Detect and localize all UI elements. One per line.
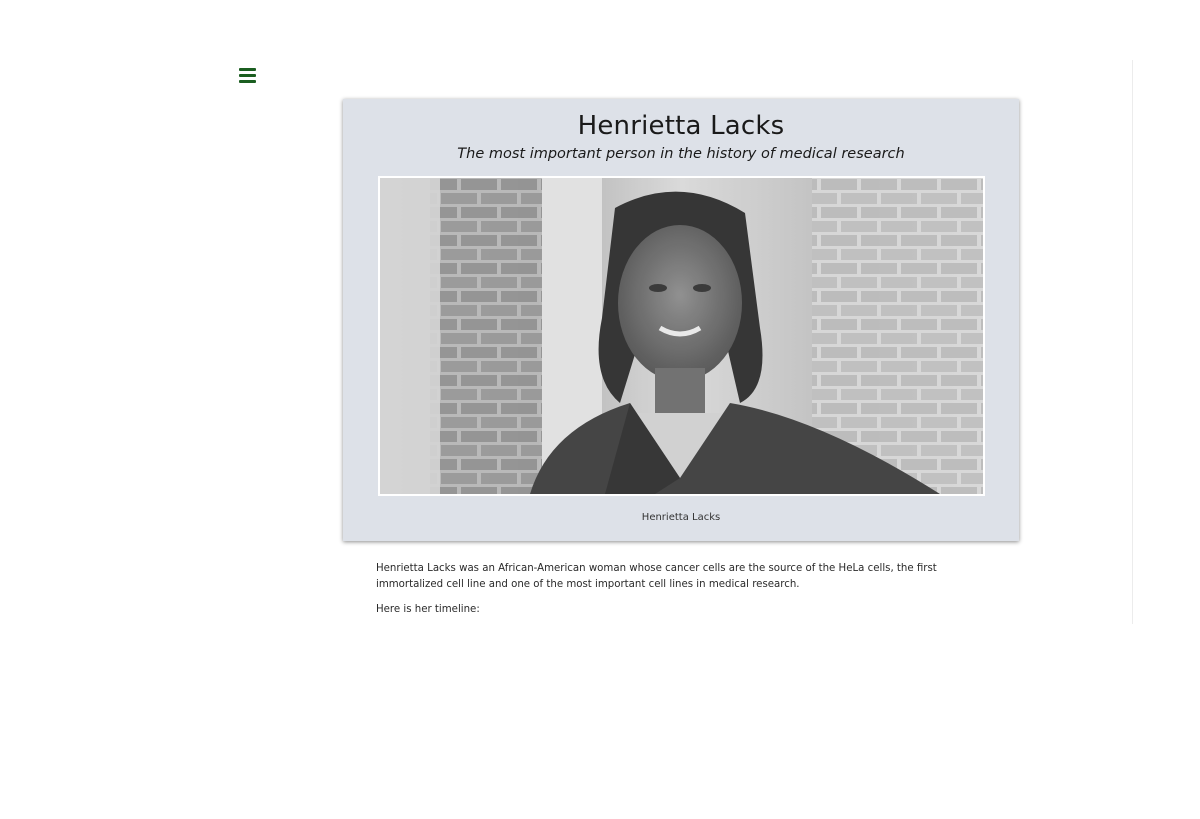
hero-banner: Henrietta Lacks The most important perso… — [343, 99, 1019, 541]
menu-bar — [239, 74, 256, 77]
intro-paragraph: Henrietta Lacks was an African-American … — [376, 563, 937, 590]
page-subtitle: The most important person in the history… — [457, 146, 905, 162]
page-title: Henrietta Lacks — [577, 111, 785, 141]
timeline-lead-paragraph: Here is her timeline: — [376, 604, 480, 615]
page: Henrietta Lacks The most important perso… — [0, 0, 1200, 819]
portrait-image — [380, 178, 983, 494]
portrait-photo — [378, 176, 985, 496]
image-caption: Henrietta Lacks — [641, 512, 721, 523]
page-divider — [1132, 60, 1133, 624]
menu-bar — [239, 80, 256, 83]
article-body: Henrietta Lacks was an African-American … — [376, 561, 992, 628]
menu-bar — [239, 68, 256, 71]
hamburger-menu-icon[interactable] — [238, 66, 260, 84]
